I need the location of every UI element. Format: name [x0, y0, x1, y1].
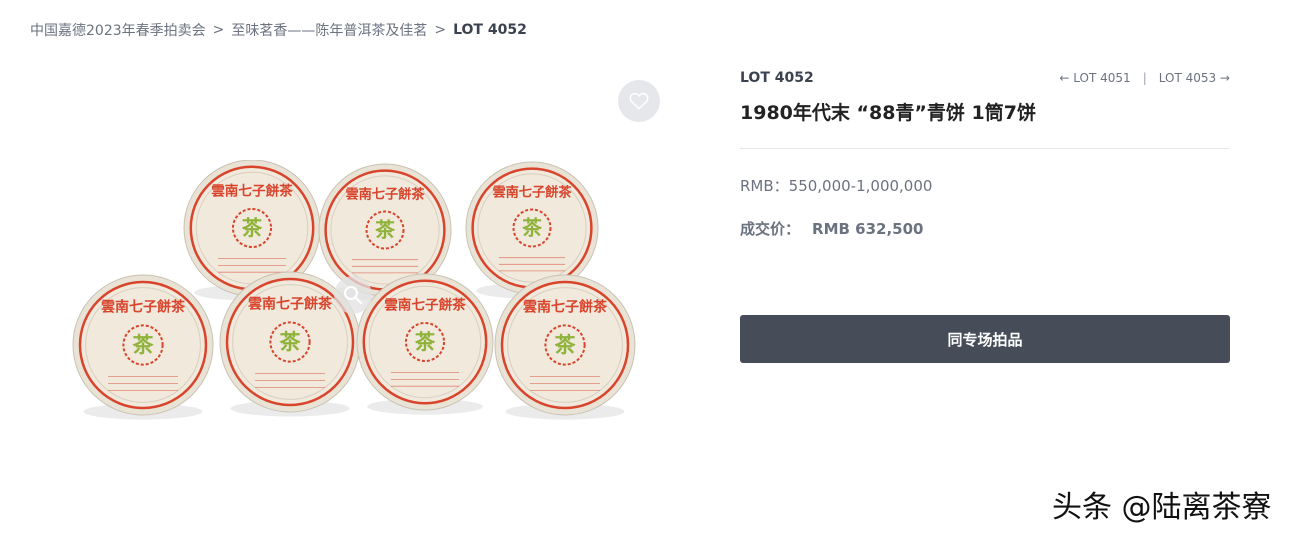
tea-cake: 雲南七子餅茶茶 — [72, 274, 214, 420]
tea-cake-mark: 茶 — [522, 217, 542, 240]
lot-header: LOT 4052 ← LOT 4051 | LOT 4053 → — [740, 68, 1230, 88]
prev-lot-link[interactable]: ← LOT 4051 — [1059, 71, 1130, 85]
tea-cake-label: 雲南七子餅茶 — [248, 295, 333, 312]
divider — [740, 148, 1230, 149]
tea-cake-mark: 茶 — [375, 219, 395, 242]
tea-cake-mark: 茶 — [133, 333, 155, 357]
lot-title: 1980年代末 “88青”青饼 1筒7饼 — [740, 102, 1036, 124]
lot-navigation: ← LOT 4051 | LOT 4053 → — [1059, 71, 1230, 85]
lot-number: LOT 4052 — [740, 70, 814, 86]
sold-price: 成交价： RMB 632,500 — [740, 218, 1230, 239]
magnifier-icon — [344, 286, 363, 305]
same-session-lots-button[interactable]: 同专场拍品 — [740, 315, 1230, 363]
tea-cake-mark: 茶 — [555, 333, 577, 357]
lot-nav-divider: | — [1142, 71, 1147, 85]
tea-cake-label: 雲南七子餅茶 — [384, 296, 466, 313]
breadcrumb-session[interactable]: 至味茗香——陈年普洱茶及佳茗 — [231, 20, 427, 40]
tea-cake-mark: 茶 — [415, 330, 436, 354]
sold-price-value: RMB 632,500 — [812, 220, 924, 238]
breadcrumb-current: LOT 4052 — [453, 22, 527, 38]
tea-cake-label: 雲南七子餅茶 — [211, 182, 293, 199]
lot-info: LOT 4052 ← LOT 4051 | LOT 4053 → 1980年代末… — [740, 68, 1230, 239]
estimate: RMB：550,000-1,000,000 — [740, 177, 933, 195]
tea-cake: 雲南七子餅茶茶 — [494, 274, 636, 420]
tea-cake-mark: 茶 — [242, 216, 263, 240]
favorite-button[interactable] — [618, 80, 660, 122]
watermark: 头条 @陆离茶寮 — [1052, 490, 1272, 525]
breadcrumb: 中国嘉德2023年春季拍卖会 > 至味茗香——陈年普洱茶及佳茗 > LOT 40… — [30, 20, 527, 40]
zoom-button[interactable] — [334, 276, 372, 314]
next-lot-link[interactable]: LOT 4053 → — [1159, 71, 1230, 85]
lot-gallery: 雲南七子餅茶茶雲南七子餅茶茶雲南七子餅茶茶雲南七子餅茶茶雲南七子餅茶茶雲南七子餅… — [60, 70, 680, 460]
heart-outline-icon — [629, 92, 649, 110]
breadcrumb-separator: > — [212, 22, 225, 38]
tea-cake-mark: 茶 — [280, 330, 302, 354]
breadcrumb-separator: > — [434, 22, 447, 38]
sold-price-label: 成交价： — [740, 220, 801, 238]
tea-cake-label: 雲南七子餅茶 — [345, 185, 425, 202]
tea-cake-label: 雲南七子餅茶 — [523, 298, 608, 315]
tea-cake-label: 雲南七子餅茶 — [492, 183, 572, 200]
breadcrumb-auction[interactable]: 中国嘉德2023年春季拍卖会 — [30, 20, 206, 40]
tea-cake-label: 雲南七子餅茶 — [101, 298, 186, 315]
tea-cake: 雲南七子餅茶茶 — [356, 273, 494, 415]
lot-photo[interactable]: 雲南七子餅茶茶雲南七子餅茶茶雲南七子餅茶茶雲南七子餅茶茶雲南七子餅茶茶雲南七子餅… — [60, 160, 680, 460]
